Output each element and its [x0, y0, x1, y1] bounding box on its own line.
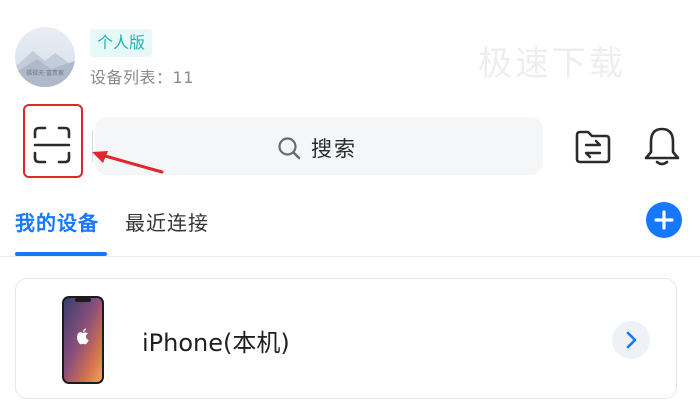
- device-name: iPhone(本机): [142, 329, 290, 357]
- avatar-caption: 福禄天·富贵家: [26, 70, 64, 77]
- avatar[interactable]: 福禄天·富贵家: [15, 27, 75, 87]
- file-transfer-icon[interactable]: [573, 126, 613, 166]
- annotation-arrow-icon: [92, 151, 164, 174]
- avatar-landscape-icon: [15, 51, 75, 87]
- search-icon: [278, 137, 301, 160]
- tabs-divider: [0, 256, 700, 257]
- chevron-right-icon: [626, 331, 637, 349]
- device-detail-button[interactable]: [612, 321, 650, 359]
- add-device-button[interactable]: [646, 202, 682, 238]
- watermark: 极速下载: [478, 44, 626, 84]
- search-placeholder: 搜索: [311, 137, 357, 161]
- iphone-icon: [62, 296, 104, 384]
- search-inner: 搜索: [277, 133, 357, 163]
- plus-icon: [654, 210, 674, 230]
- device-card[interactable]: iPhone(本机): [15, 278, 677, 399]
- bell-icon[interactable]: [640, 124, 684, 168]
- tab-recent-connections[interactable]: 最近连接: [125, 207, 209, 236]
- device-count-label: 设备列表：: [90, 68, 173, 87]
- scan-icon[interactable]: [32, 125, 72, 165]
- device-count-value: 11: [172, 68, 194, 87]
- plan-badge: 个人版: [90, 29, 153, 57]
- device-count: 设备列表：11: [90, 64, 194, 88]
- tab-my-devices[interactable]: 我的设备: [15, 207, 99, 236]
